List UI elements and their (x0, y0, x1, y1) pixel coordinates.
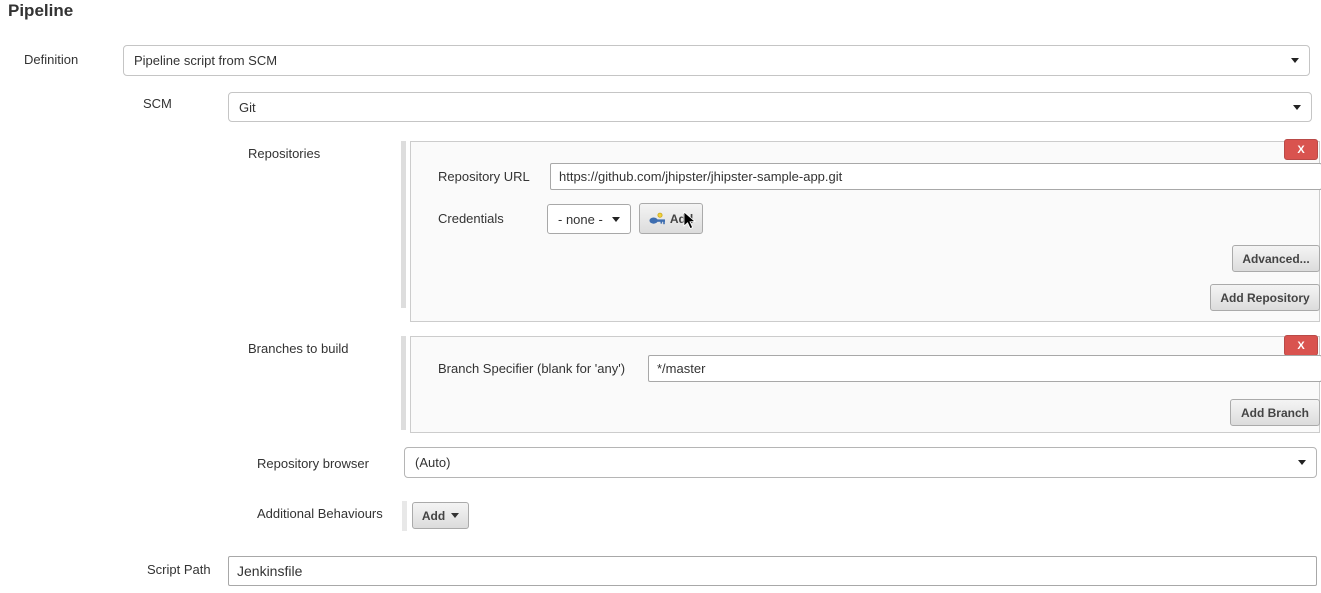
pipeline-config-page: Pipeline Definition Pipeline script from… (0, 0, 1321, 593)
repository-url-label: Repository URL (438, 169, 530, 184)
script-path-input[interactable] (228, 556, 1317, 586)
page-title: Pipeline (8, 1, 73, 21)
advanced-button[interactable]: Advanced... (1232, 245, 1320, 272)
chevron-down-icon (451, 513, 459, 518)
scm-select[interactable]: Git (228, 92, 1312, 122)
add-behaviour-label: Add (422, 509, 445, 523)
scm-select-value: Git (239, 100, 1287, 115)
script-path-label: Script Path (147, 562, 211, 577)
drag-handle[interactable] (401, 336, 406, 430)
repository-browser-value: (Auto) (415, 455, 1292, 470)
repository-url-input[interactable] (550, 163, 1321, 190)
credentials-select[interactable]: - none - (547, 204, 631, 234)
definition-label: Definition (24, 52, 78, 67)
branch-specifier-label: Branch Specifier (blank for 'any') (438, 361, 625, 376)
repository-browser-select[interactable]: (Auto) (404, 447, 1317, 478)
definition-select[interactable]: Pipeline script from SCM (123, 45, 1310, 76)
chevron-down-icon (1298, 460, 1306, 465)
scm-label: SCM (143, 96, 172, 111)
add-branch-button[interactable]: Add Branch (1230, 399, 1320, 426)
add-behaviour-button[interactable]: Add (412, 502, 469, 529)
chevron-down-icon (1293, 105, 1301, 110)
add-repository-button[interactable]: Add Repository (1210, 284, 1320, 311)
chevron-down-icon (1291, 58, 1299, 63)
chevron-down-icon (612, 217, 620, 222)
branches-to-build-label: Branches to build (248, 341, 348, 356)
delete-repository-button[interactable]: X (1284, 139, 1318, 160)
delete-branch-button[interactable]: X (1284, 335, 1318, 356)
branch-specifier-input[interactable] (648, 355, 1321, 382)
credentials-select-value: - none - (558, 212, 610, 227)
key-icon (649, 212, 666, 226)
additional-behaviours-label: Additional Behaviours (257, 506, 383, 521)
behaviours-divider (402, 501, 407, 531)
branch-chunk (410, 336, 1320, 433)
mouse-cursor-icon (683, 211, 697, 234)
credentials-label: Credentials (438, 211, 504, 226)
repositories-label: Repositories (248, 146, 320, 161)
definition-select-value: Pipeline script from SCM (134, 53, 1285, 68)
repository-browser-label: Repository browser (257, 456, 369, 471)
drag-handle[interactable] (401, 141, 406, 308)
